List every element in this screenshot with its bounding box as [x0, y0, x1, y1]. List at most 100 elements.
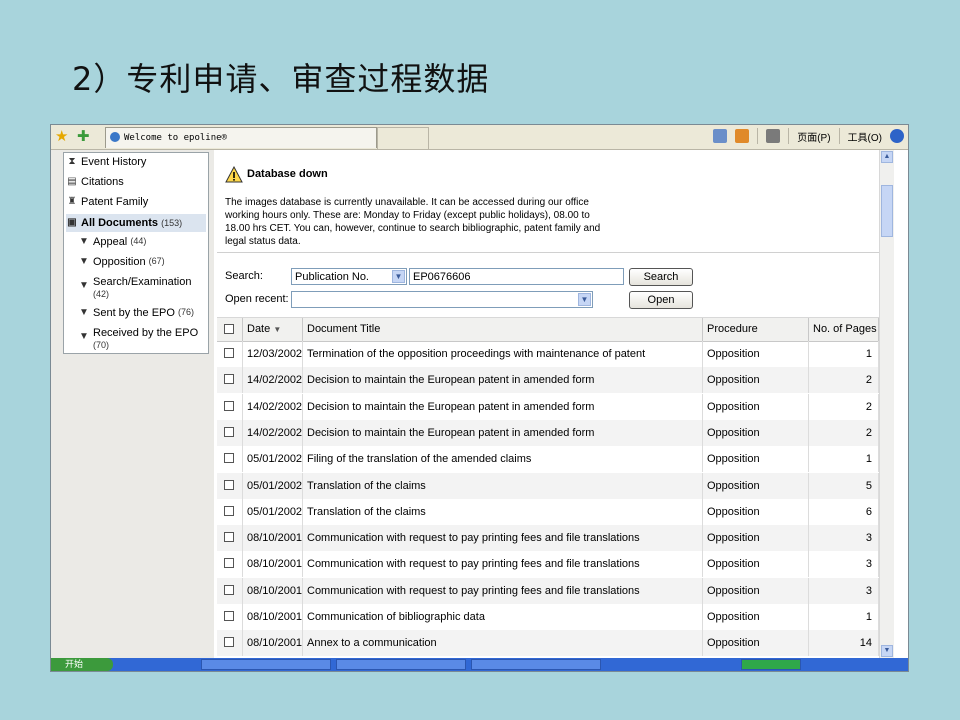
cell-procedure: Opposition: [703, 446, 809, 472]
sidebar-item-sent-by-epo[interactable]: ▼ Sent by the EPO (76): [78, 307, 206, 319]
table-row[interactable]: 05/01/2002 Translation of the claims Oppos…: [217, 499, 879, 525]
checkbox-cell: [217, 551, 243, 577]
publication-number-input[interactable]: EP0676606: [409, 268, 624, 285]
taskbar-window[interactable]: [471, 659, 601, 670]
cell-date: 14/02/2002: [243, 420, 303, 446]
cell-pages: 1: [809, 604, 879, 630]
column-document-title[interactable]: Document Title: [303, 318, 703, 341]
table-row[interactable]: 05/01/2002 Translation of the claims Oppos…: [217, 473, 879, 499]
sidebar-item-received-by-epo[interactable]: ▼ Received by the EPO (70): [78, 327, 206, 351]
cell-procedure: Opposition: [703, 420, 809, 446]
table-row[interactable]: 08/10/2001 Annex to a communication Opposi…: [217, 630, 879, 656]
row-checkbox[interactable]: [224, 348, 234, 358]
tools-menu[interactable]: 工具(O): [848, 129, 882, 144]
table-row[interactable]: 05/01/2002 Filing of the translation of t…: [217, 446, 879, 472]
row-checkbox[interactable]: [224, 506, 234, 516]
cell-date: 12/03/2002: [243, 341, 303, 367]
table-row[interactable]: 08/10/2001 Communication with request to …: [217, 578, 879, 604]
windows-taskbar: 开始: [51, 658, 908, 671]
taskbar-window[interactable]: [336, 659, 466, 670]
banner-title: Database down: [247, 168, 328, 180]
search-type-select[interactable]: Publication No. ▼: [291, 268, 407, 285]
row-checkbox[interactable]: [224, 532, 234, 542]
filter-icon: ▼: [79, 236, 89, 247]
filter-icon: ▼: [79, 331, 89, 342]
row-checkbox[interactable]: [224, 585, 234, 595]
checkbox-cell: [217, 446, 243, 472]
cell-pages: 5: [809, 473, 879, 499]
open-recent-label: Open recent:: [225, 293, 289, 305]
select-all-checkbox[interactable]: [224, 324, 234, 334]
sidebar-item-event-history[interactable]: ⧗ Event History: [66, 156, 206, 168]
table-row[interactable]: 08/10/2001 Communication with request to …: [217, 525, 879, 551]
checkbox-cell: [217, 499, 243, 525]
item-count: (67): [148, 256, 165, 266]
table-row[interactable]: 08/10/2001 Communication with request to …: [217, 551, 879, 577]
cell-procedure: Opposition: [703, 604, 809, 630]
row-checkbox[interactable]: [224, 401, 234, 411]
row-checkbox[interactable]: [224, 611, 234, 621]
scroll-thumb[interactable]: [881, 185, 893, 237]
item-count: (44): [130, 236, 147, 246]
feeds-icon[interactable]: [735, 129, 750, 143]
table-row[interactable]: 08/10/2001 Communication of bibliographic…: [217, 604, 879, 630]
home-icon[interactable]: [713, 129, 728, 143]
cell-document-title: Termination of the opposition proceeding…: [303, 341, 703, 367]
column-procedure[interactable]: Procedure: [703, 318, 809, 341]
checkbox-cell: [217, 525, 243, 551]
sidebar-item-appeal[interactable]: ▼ Appeal (44): [78, 236, 206, 248]
taskbar-window[interactable]: [201, 659, 331, 670]
row-checkbox[interactable]: [224, 558, 234, 568]
family-tree-icon: ♜: [67, 196, 77, 207]
sidebar-item-citations[interactable]: ▤ Citations: [66, 176, 206, 188]
table-row[interactable]: 14/02/2002 Decision to maintain the Europ…: [217, 394, 879, 420]
cell-procedure: Opposition: [703, 394, 809, 420]
cell-procedure: Opposition: [703, 341, 809, 367]
cell-document-title: Decision to maintain the European patent…: [303, 367, 703, 393]
cell-date: 08/10/2001: [243, 578, 303, 604]
slide-title: 2）专利申请、审查过程数据: [72, 60, 490, 98]
sidebar-item-all-documents[interactable]: ▣ All Documents (153): [66, 214, 206, 232]
cell-pages: 1: [809, 446, 879, 472]
table-row[interactable]: 12/03/2002 Termination of the opposition …: [217, 341, 879, 367]
open-recent-select[interactable]: ▼: [291, 291, 593, 308]
help-icon[interactable]: [890, 129, 904, 143]
cell-date: 05/01/2002: [243, 499, 303, 525]
taskbar-window[interactable]: [741, 659, 801, 670]
cell-pages: 3: [809, 578, 879, 604]
print-icon[interactable]: [766, 129, 781, 143]
vertical-scrollbar[interactable]: ▲ ▼: [879, 150, 894, 658]
item-count: (70): [93, 340, 110, 350]
browser-tab[interactable]: Welcome to epoline®: [105, 127, 377, 148]
cell-document-title: Translation of the claims: [303, 473, 703, 499]
sidebar-item-opposition[interactable]: ▼ Opposition (67): [78, 256, 206, 268]
row-checkbox[interactable]: [224, 480, 234, 490]
scroll-down-icon[interactable]: ▼: [881, 645, 893, 657]
search-button[interactable]: Search: [629, 268, 693, 286]
sidebar-item-search-examination[interactable]: ▼ Search/Examination (42): [78, 276, 206, 300]
column-date[interactable]: Date ▼: [243, 318, 303, 341]
sidebar-item-patent-family[interactable]: ♜ Patent Family: [66, 196, 206, 208]
open-button[interactable]: Open: [629, 291, 693, 309]
database-down-banner: Database down The images database is cur…: [217, 158, 879, 253]
page-menu[interactable]: 页面(P): [797, 129, 830, 144]
browser-screenshot: ★ ✚ Welcome to epoline® 页面(P) 工具(O) ⧗ Ev…: [50, 124, 909, 672]
hourglass-icon: ⧗: [68, 156, 76, 167]
cell-pages: 14: [809, 630, 879, 656]
row-checkbox[interactable]: [224, 427, 234, 437]
browser-toolbar: ★ ✚ Welcome to epoline® 页面(P) 工具(O): [51, 125, 908, 150]
column-pages[interactable]: No. of Pages: [809, 318, 879, 341]
row-checkbox[interactable]: [224, 637, 234, 647]
cell-pages: 3: [809, 551, 879, 577]
cell-procedure: Opposition: [703, 367, 809, 393]
favorites-star-icon[interactable]: ★: [55, 127, 68, 145]
cell-document-title: Filing of the translation of the amended…: [303, 446, 703, 472]
new-tab-button[interactable]: [377, 127, 429, 149]
scroll-up-icon[interactable]: ▲: [881, 151, 893, 163]
start-button[interactable]: 开始: [51, 658, 113, 671]
row-checkbox[interactable]: [224, 374, 234, 384]
table-row[interactable]: 14/02/2002 Decision to maintain the Europ…: [217, 367, 879, 393]
table-row[interactable]: 14/02/2002 Decision to maintain the Europ…: [217, 420, 879, 446]
add-favorite-icon[interactable]: ✚: [77, 127, 90, 145]
row-checkbox[interactable]: [224, 453, 234, 463]
